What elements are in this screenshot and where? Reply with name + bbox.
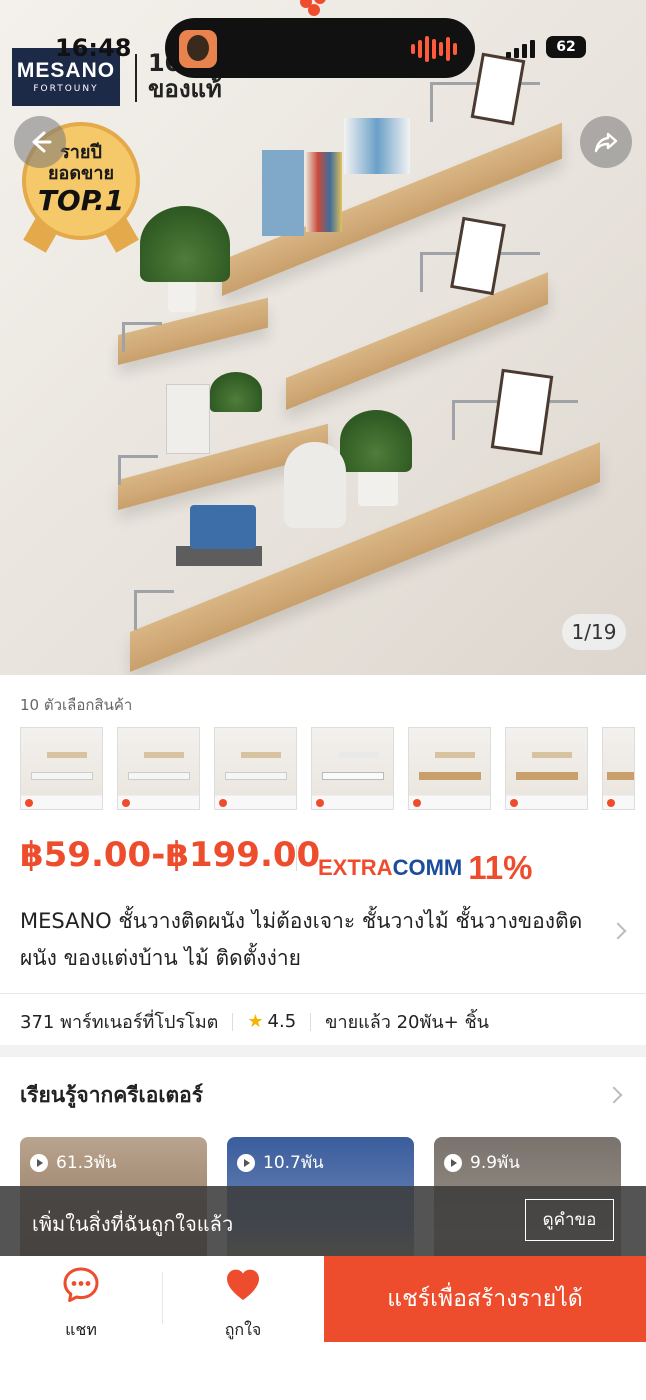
now-playing-avatar <box>179 30 217 68</box>
play-icon <box>237 1153 255 1172</box>
variant-thumbnail[interactable] <box>20 727 103 810</box>
books <box>306 152 342 232</box>
variant-thumbnail[interactable] <box>117 727 200 810</box>
video-views: 10.7พัน <box>237 1149 324 1176</box>
views-count: 61.3พัน <box>56 1153 117 1173</box>
share-to-earn-button[interactable]: แชร์เพื่อสร้างรายได้ <box>324 1256 646 1342</box>
extra-label: EXTRA <box>318 855 393 880</box>
share-icon-button[interactable] <box>580 116 632 168</box>
section-gap <box>0 1045 646 1057</box>
chat-bubble-icon <box>63 1267 99 1302</box>
commission-percent: 11% <box>468 849 533 886</box>
variant-thumbnails <box>20 727 635 810</box>
bottom-action-bar: แชท ถูกใจ แชร์เพื่อสร้างรายได้ <box>0 1256 646 1400</box>
books <box>262 150 304 236</box>
badge-line3: TOP.1 <box>37 184 125 217</box>
variant-thumbnail[interactable] <box>602 727 635 810</box>
video-views: 9.9พัน <box>444 1149 520 1176</box>
price-divider <box>296 845 297 871</box>
chevron-right-icon[interactable] <box>605 1086 623 1104</box>
clock <box>190 505 256 549</box>
creators-section-title[interactable]: เรียนรู้จากครีเอเตอร์ <box>20 1079 203 1112</box>
play-icon <box>444 1153 462 1172</box>
brand-sub: FORTOUNY <box>33 84 99 94</box>
comm-label: COMM <box>392 855 463 880</box>
books <box>166 384 210 454</box>
divider <box>0 993 646 994</box>
image-counter: 1/19 <box>562 614 626 650</box>
shelf-bracket <box>118 455 158 485</box>
rating-value: 4.5 <box>267 1011 297 1032</box>
plant <box>210 372 262 412</box>
cellular-signal-icon <box>506 38 535 58</box>
plant <box>140 206 230 282</box>
variants-count: 10 ตัวเลือกสินค้า <box>20 696 133 714</box>
product-title[interactable]: MESANO ชั้นวางติดผนัง ไม่ต้องเจาะ ชั้นวา… <box>20 903 610 977</box>
books <box>344 118 410 174</box>
brand-divider <box>135 54 137 102</box>
product-stats: 371 พาร์ทเนอร์ที่โปรโมต ★ 4.5 ขายแล้ว 20… <box>20 1007 489 1036</box>
views-count: 9.9พัน <box>470 1153 520 1173</box>
variant-thumbnail[interactable] <box>408 727 491 810</box>
variant-thumbnail[interactable] <box>214 727 297 810</box>
arrow-left-icon <box>32 131 52 153</box>
variant-thumbnail[interactable] <box>311 727 394 810</box>
price-range: ฿59.00-฿199.00 <box>20 835 321 875</box>
chevron-right-icon[interactable] <box>609 922 627 940</box>
picture-frame <box>490 368 554 456</box>
plant <box>340 410 412 472</box>
liked-toast: เพิ่มในสิ่งที่ฉันถูกใจแล้ว ดูคำขอ <box>0 1186 646 1256</box>
star-icon: ★ <box>247 1011 264 1032</box>
extra-commission: EXTRACOMM 11% <box>318 845 533 886</box>
dynamic-island <box>165 18 475 78</box>
sold-count: ขายแล้ว 20พัน+ ชิ้น <box>325 1012 489 1033</box>
view-request-button[interactable]: ดูคำขอ <box>525 1199 614 1241</box>
chat-button[interactable]: แชท <box>0 1256 162 1342</box>
product-image-gallery[interactable]: MESANO FORTOUNY 10 ของแท้ รายปี ยอดขาย T… <box>0 0 646 675</box>
stat-separator <box>310 1012 312 1031</box>
plant-pot <box>358 466 398 506</box>
video-views: 61.3พัน <box>30 1149 117 1176</box>
status-time: 16:48 <box>55 34 132 62</box>
app-logo-dots <box>300 0 334 16</box>
brand-tag-line2: ของแท้ <box>148 75 222 103</box>
play-icon <box>30 1153 48 1172</box>
audio-wave-icon <box>411 36 457 62</box>
share-arrow-icon <box>594 132 618 153</box>
views-count: 10.7พัน <box>263 1153 324 1173</box>
brand-name: MESANO <box>16 59 116 82</box>
back-button[interactable] <box>14 116 66 168</box>
partners-count: 371 พาร์ทเนอร์ที่โปรโมต <box>20 1012 219 1033</box>
books <box>176 546 262 566</box>
toast-message: เพิ่มในสิ่งที่ฉันถูกใจแล้ว <box>32 1212 234 1236</box>
face-vase <box>284 442 346 528</box>
shelf-bracket <box>134 590 174 630</box>
variant-thumbnail[interactable] <box>505 727 588 810</box>
chat-label: แชท <box>65 1320 97 1339</box>
shelf-bracket <box>122 322 162 352</box>
heart-icon <box>227 1269 259 1300</box>
like-label: ถูกใจ <box>224 1320 262 1339</box>
battery-level: 62 <box>546 36 586 58</box>
stat-separator <box>232 1012 234 1031</box>
like-button[interactable]: ถูกใจ <box>162 1256 324 1342</box>
